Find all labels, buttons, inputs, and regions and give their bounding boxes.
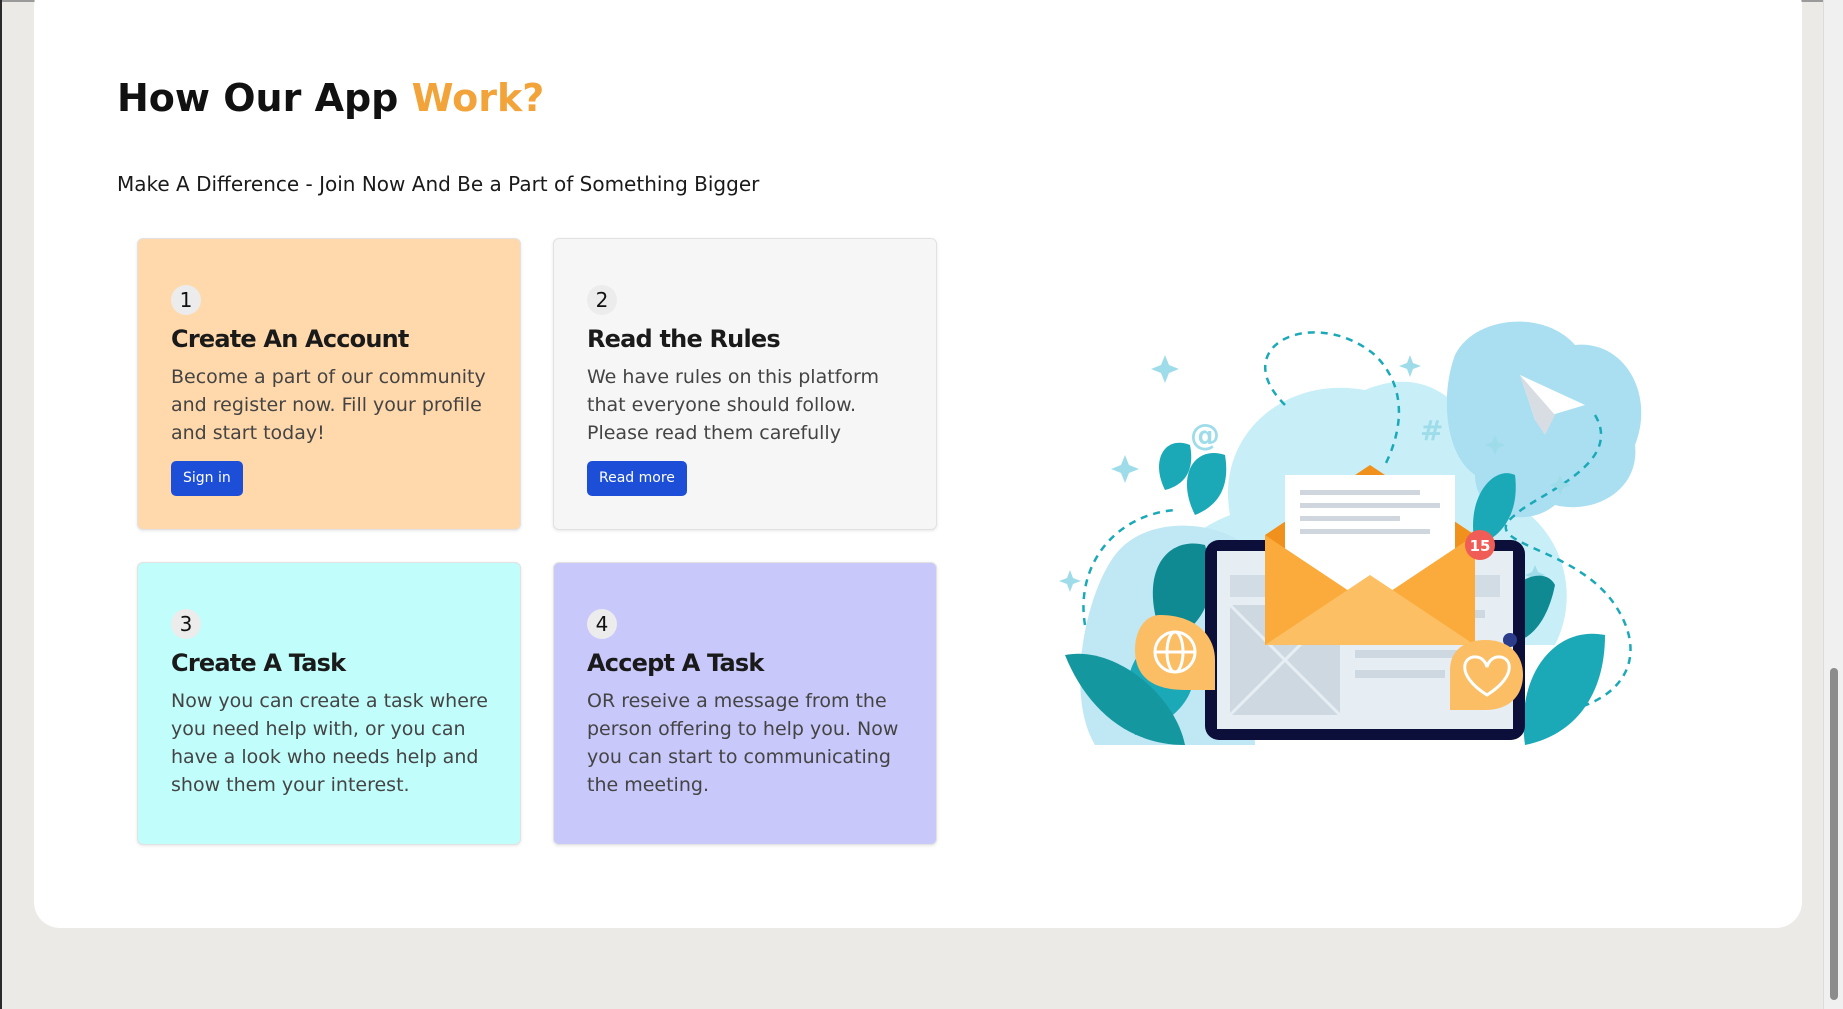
- section-title-accent: Work?: [411, 76, 545, 120]
- envelope-icon: [1265, 465, 1475, 645]
- notification-badge: 15: [1465, 530, 1495, 560]
- step-description: We have rules on this platform that ever…: [587, 366, 879, 444]
- step-number: 3: [171, 609, 201, 639]
- step-title: Create An Account: [171, 325, 409, 353]
- step-title: Read the Rules: [587, 325, 781, 353]
- sign-in-button[interactable]: Sign in: [171, 461, 243, 496]
- step-title: Accept A Task: [587, 649, 764, 677]
- step-card-create-task: 3 Create A Task Now you can create a tas…: [137, 562, 521, 845]
- step-card-read-rules: 2 Read the Rules We have rules on this p…: [553, 238, 937, 530]
- window-left-border: [0, 0, 2, 1009]
- step-card-accept-task: 4 Accept A Task OR reseive a message fro…: [553, 562, 937, 845]
- step-description: Now you can create a task where you need…: [171, 690, 488, 796]
- at-sign-icon: @: [1190, 418, 1220, 453]
- section-title-main: How Our App: [117, 76, 412, 120]
- section-title: How Our App Work?: [117, 76, 544, 120]
- step-description: OR reseive a message from the person off…: [587, 690, 899, 796]
- page-scrollbar[interactable]: [1823, 0, 1843, 1009]
- scrollbar-thumb[interactable]: [1830, 668, 1838, 1000]
- step-title: Create A Task: [171, 649, 346, 677]
- step-description: Become a part of our community and regis…: [171, 366, 486, 444]
- heart-icon: [1450, 640, 1523, 710]
- step-number: 2: [587, 285, 617, 315]
- step-number: 4: [587, 609, 617, 639]
- step-card-create-account: 1 Create An Account Become a part of our…: [137, 238, 521, 530]
- hashtag-icon: #: [1420, 414, 1443, 447]
- step-number: 1: [171, 285, 201, 315]
- section-subtitle: Make A Difference - Join Now And Be a Pa…: [117, 172, 760, 196]
- badge-count: 15: [1470, 537, 1491, 555]
- read-more-button[interactable]: Read more: [587, 461, 687, 496]
- email-notification-illustration: @ # 15: [1059, 321, 1642, 745]
